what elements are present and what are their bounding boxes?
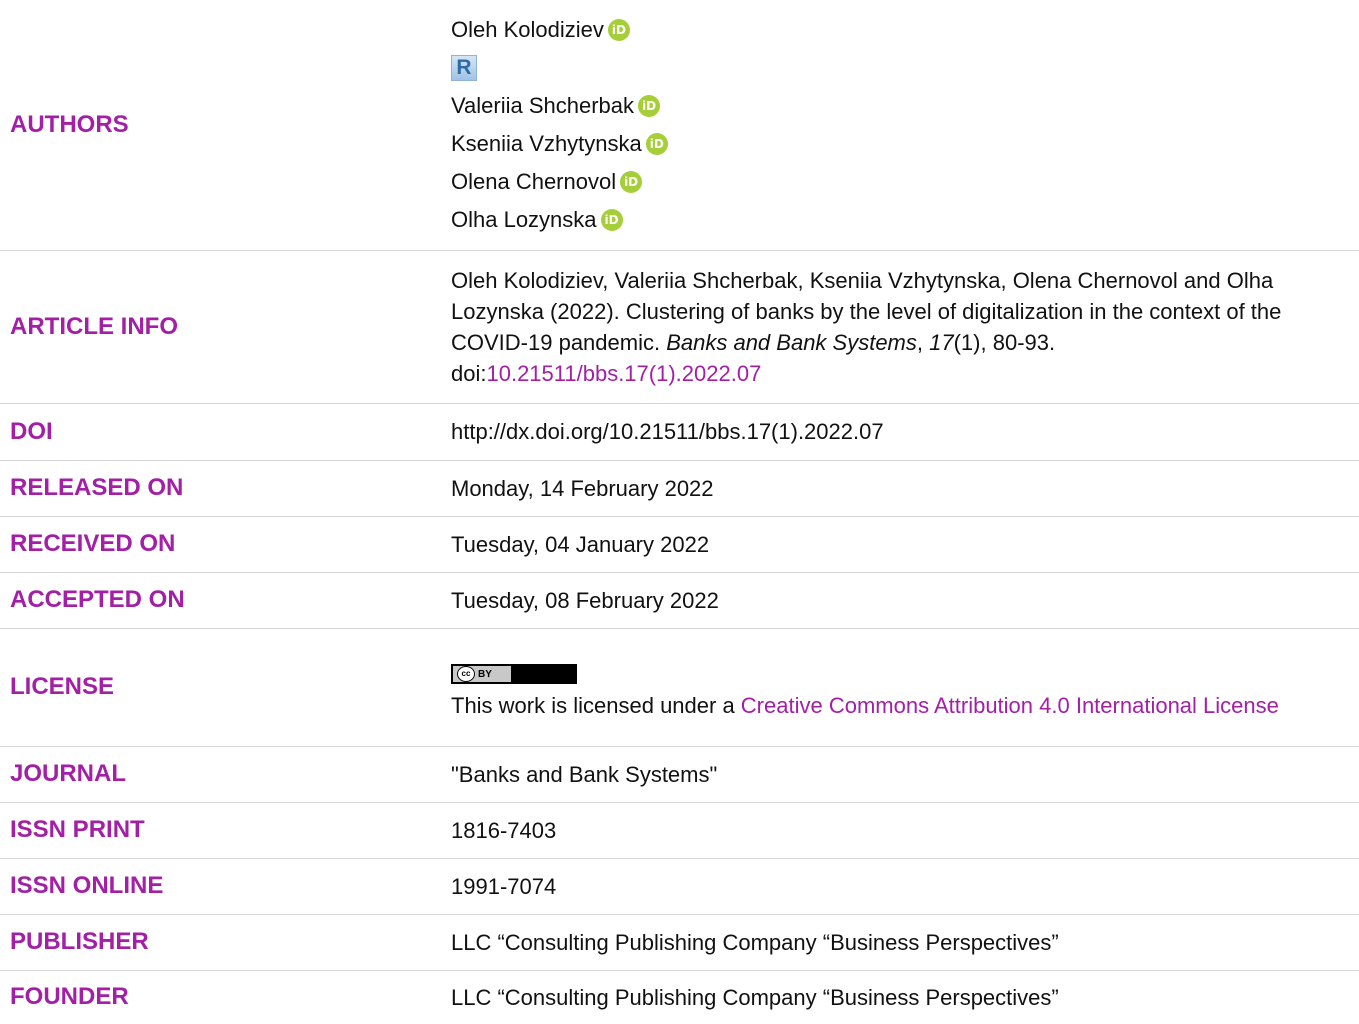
row-released: RELEASED ON Monday, 14 February 2022 — [0, 460, 1359, 516]
orcid-icon[interactable]: iD — [638, 94, 661, 117]
authors-label: AUTHORS — [10, 110, 129, 138]
issn-print-value: 1816-7403 — [451, 817, 557, 843]
founder-value: LLC “Consulting Publishing Company “Busi… — [451, 984, 1059, 1010]
received-value: Tuesday, 04 January 2022 — [451, 531, 710, 557]
author-researcherid: R — [451, 49, 1351, 87]
cc-by-text: BY — [478, 668, 492, 680]
citation-doi-link[interactable]: 10.21511/bbs.17(1).2022.07 — [486, 361, 761, 386]
author-item: Oleh Kolodiziev iD — [451, 11, 1351, 49]
cc-badge-left: cc BY — [453, 666, 511, 682]
cc-badge-right — [511, 666, 575, 682]
publisher-label: PUBLISHER — [10, 928, 149, 955]
citation-journal: Banks and Bank Systems — [666, 329, 917, 355]
row-accepted: ACCEPTED ON Tuesday, 08 February 2022 — [0, 572, 1359, 628]
accepted-value: Tuesday, 08 February 2022 — [451, 587, 719, 613]
publisher-value: LLC “Consulting Publishing Company “Busi… — [451, 929, 1059, 955]
orcid-icon[interactable]: iD — [607, 18, 630, 41]
authors-list: Oleh Kolodiziev iD R Valeriia Shcherbak … — [451, 0, 1359, 250]
journal-value: "Banks and Bank Systems" — [451, 761, 718, 787]
author-item: Kseniia Vzhytynska iD — [451, 125, 1351, 163]
released-label: RELEASED ON — [10, 474, 184, 501]
row-license: LICENSE cc BY This work is licensed unde… — [0, 628, 1359, 746]
cc-icon: cc — [457, 666, 475, 682]
row-received: RECEIVED ON Tuesday, 04 January 2022 — [0, 516, 1359, 572]
doi-label: DOI — [10, 417, 53, 445]
row-founder: FOUNDER LLC “Consulting Publishing Compa… — [0, 970, 1359, 1024]
issn-online-label: ISSN ONLINE — [10, 872, 164, 899]
author-item: Olha Lozynska iD — [451, 201, 1351, 239]
founder-label: FOUNDER — [10, 983, 129, 1011]
license-label: LICENSE — [10, 673, 115, 700]
author-item: Olena Chernovol iD — [451, 163, 1351, 201]
issn-online-value: 1991-7074 — [451, 873, 557, 899]
article-metadata-page: AUTHORS Oleh Kolodiziev iD R Valeriia Sh… — [0, 0, 1359, 1021]
row-article-info: ARTICLE INFO Oleh Kolodiziev, Valeriia S… — [0, 250, 1359, 403]
metadata-table: AUTHORS Oleh Kolodiziev iD R Valeriia Sh… — [0, 0, 1359, 1024]
released-value: Monday, 14 February 2022 — [451, 475, 714, 501]
issn-print-label: ISSN PRINT — [10, 816, 145, 843]
author-name[interactable]: Olha Lozynska — [451, 204, 597, 235]
row-issn-print: ISSN PRINT 1816-7403 — [0, 802, 1359, 858]
author-name[interactable]: Kseniia Vzhytynska — [451, 128, 642, 159]
orcid-icon[interactable]: iD — [600, 208, 623, 231]
license-link[interactable]: Creative Commons Attribution 4.0 Interna… — [741, 693, 1279, 718]
researcherid-icon[interactable]: R — [451, 54, 477, 81]
row-publisher: PUBLISHER LLC “Consulting Publishing Com… — [0, 914, 1359, 970]
author-name[interactable]: Olena Chernovol — [451, 166, 616, 197]
citation-doi-prefix: doi: — [451, 360, 487, 386]
citation-comma: , — [916, 329, 930, 355]
journal-label: JOURNAL — [10, 760, 127, 787]
author-item: Valeriia Shcherbak iD — [451, 87, 1351, 125]
orcid-icon[interactable]: iD — [645, 132, 668, 155]
row-doi: DOI http://dx.doi.org/10.21511/bbs.17(1)… — [0, 403, 1359, 460]
article-info-label: ARTICLE INFO — [10, 312, 178, 340]
author-name[interactable]: Oleh Kolodiziev — [451, 14, 604, 45]
citation-volume: 17 — [929, 329, 954, 355]
orcid-icon[interactable]: iD — [620, 170, 643, 193]
license-text: This work is licensed under a — [451, 693, 741, 718]
cc-by-badge[interactable]: cc BY — [451, 664, 577, 684]
received-label: RECEIVED ON — [10, 530, 176, 557]
row-authors: AUTHORS Oleh Kolodiziev iD R Valeriia Sh… — [0, 0, 1359, 250]
author-name[interactable]: Valeriia Shcherbak — [451, 90, 634, 121]
article-info-citation: Oleh Kolodiziev, Valeriia Shcherbak, Kse… — [451, 250, 1359, 403]
citation-issue-pages: (1), 80-93. — [953, 329, 1056, 355]
license-value: cc BY This work is licensed under a Crea… — [451, 628, 1359, 746]
row-issn-online: ISSN ONLINE 1991-7074 — [0, 858, 1359, 914]
doi-value: http://dx.doi.org/10.21511/bbs.17(1).202… — [451, 419, 884, 444]
row-journal: JOURNAL "Banks and Bank Systems" — [0, 746, 1359, 802]
accepted-label: ACCEPTED ON — [10, 586, 185, 613]
